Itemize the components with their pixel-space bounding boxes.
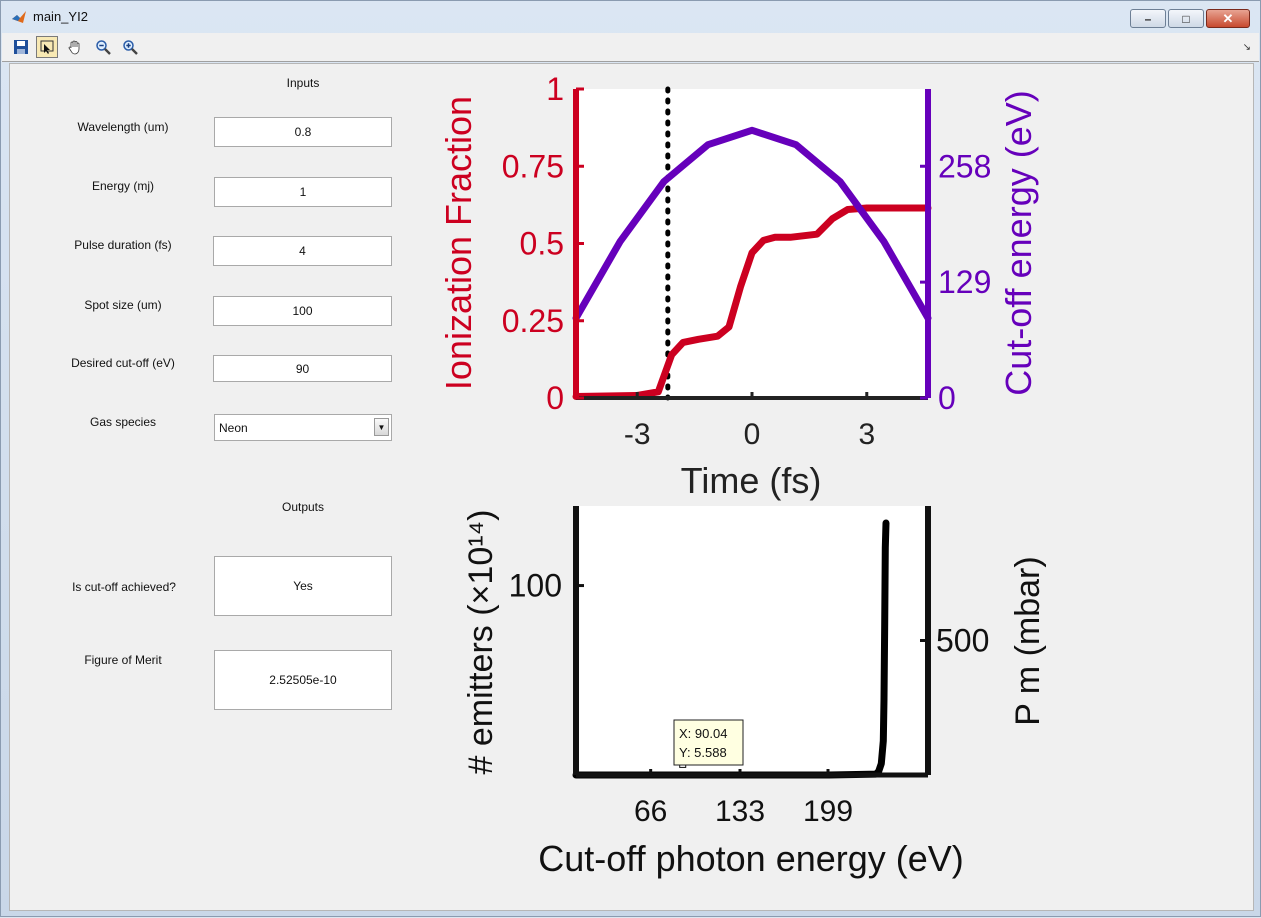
- top-left-y-tick-label: 0.75: [502, 148, 564, 184]
- top-plot-area: [576, 89, 928, 398]
- top-xlabel: Time (fs): [681, 460, 822, 501]
- top-right-y-tick-label: 129: [938, 264, 991, 300]
- emitters-axes[interactable]: 66 133 199 100 500 # emitters (×10¹⁴) P m (m…: [462, 506, 1047, 879]
- figure-window: main_YI2 – □ ✕ ↘ Inputs Wavelength (um) …: [0, 0, 1261, 917]
- bottom-right-ylabel: P m (mbar): [1009, 556, 1047, 725]
- top-left-y-tick-label: 1: [546, 71, 564, 107]
- top-left-y-tick-label: 0: [546, 380, 564, 416]
- datatip[interactable]: X: 90.04 Y: 5.588: [673, 719, 744, 766]
- top-left-y-tick-label: 0.25: [502, 303, 564, 339]
- top-x-tick-label: 0: [744, 418, 761, 451]
- bottom-xlabel: Cut-off photon energy (eV): [538, 838, 964, 879]
- ionization-axes[interactable]: -3 0 3 0 0.25 0.5 0.75 1 0 129 258 Ionization Frac…: [438, 71, 1039, 501]
- bottom-x-tick-label: 133: [715, 795, 765, 828]
- top-left-y-tick-label: 0.5: [520, 226, 564, 262]
- bottom-plot-area: [576, 506, 928, 775]
- datatip-x-text: X: 90.04: [679, 726, 727, 741]
- top-right-y-tick-label: 258: [938, 148, 991, 184]
- bottom-right-y-tick-label: 500: [936, 623, 989, 659]
- top-left-ylabel: Ionization Fraction: [438, 96, 479, 390]
- bottom-left-ylabel: # emitters (×10¹⁴): [462, 510, 500, 775]
- top-right-y-tick-label: 0: [938, 380, 956, 416]
- top-x-tick-label: -3: [624, 418, 651, 451]
- bottom-left-y-tick-label: 100: [509, 568, 562, 604]
- bottom-x-tick-label: 199: [803, 795, 853, 828]
- datatip-y-text: Y: 5.588: [679, 745, 727, 760]
- plots-canvas: -3 0 3 0 0.25 0.5 0.75 1 0 129 258 Ionization Frac…: [438, 71, 1047, 879]
- top-right-ylabel: Cut-off energy (eV): [998, 90, 1039, 395]
- top-x-tick-label: 3: [858, 418, 875, 451]
- bottom-x-tick-label: 66: [634, 795, 667, 828]
